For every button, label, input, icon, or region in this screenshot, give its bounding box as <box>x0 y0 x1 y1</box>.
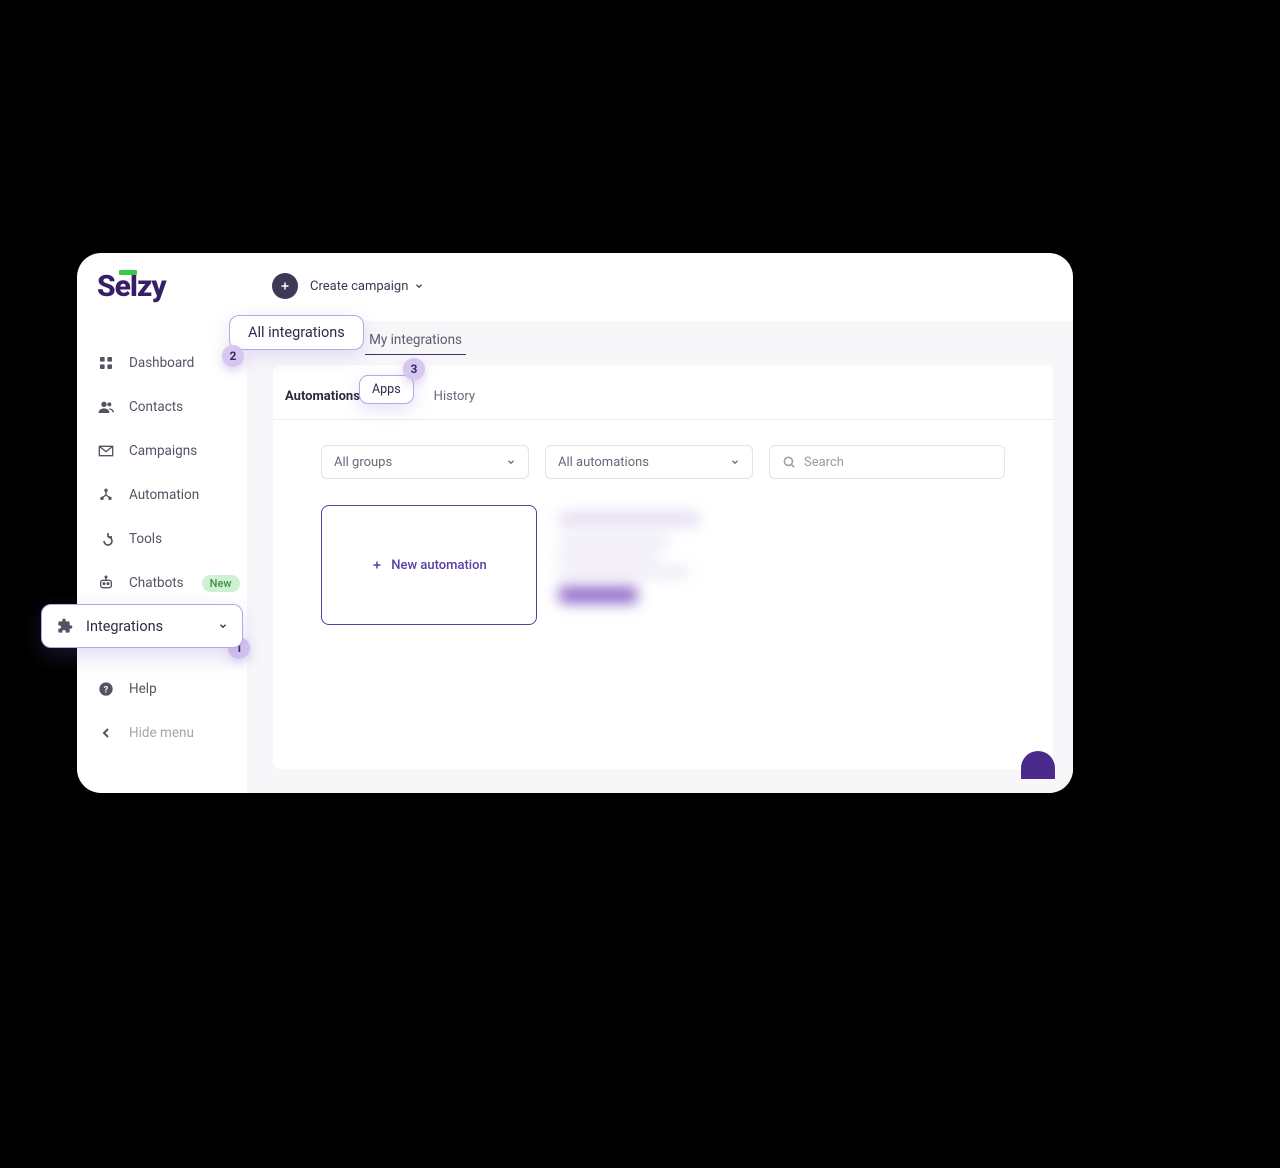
create-campaign-plus-button[interactable] <box>272 273 298 299</box>
chevron-down-icon <box>730 457 740 467</box>
automation-card-blurred <box>553 505 769 625</box>
plus-icon <box>279 280 291 292</box>
tab-my-integrations[interactable]: My integrations <box>365 326 466 355</box>
brand-logo: Selzy <box>97 269 166 304</box>
campaigns-icon <box>97 442 115 460</box>
filter-automations-label: All automations <box>558 455 649 470</box>
sidebar-item-label: Contacts <box>129 399 183 415</box>
chevron-down-icon <box>414 281 424 291</box>
logo-accent <box>119 270 137 275</box>
chevron-down-icon <box>218 618 228 635</box>
plus-icon <box>371 559 383 571</box>
sidebar-item-label: Help <box>129 681 157 697</box>
sidebar-item-contacts[interactable]: Contacts <box>95 385 275 429</box>
chat-bubble-icon[interactable] <box>1021 751 1055 779</box>
sidebar: Dashboard Contacts Campaigns Automation … <box>95 341 275 755</box>
dashboard-icon <box>97 354 115 372</box>
create-campaign-label: Create campaign <box>310 279 408 294</box>
tab-all-integrations[interactable]: All integrations <box>229 315 364 350</box>
sidebar-item-label: Dashboard <box>129 355 194 371</box>
automation-icon <box>97 486 115 504</box>
sidebar-item-automation[interactable]: Automation <box>95 473 275 517</box>
subtab-history[interactable]: History <box>432 383 477 410</box>
subtab-apps-label: Apps <box>372 382 401 397</box>
sidebar-item-help[interactable]: ? Help <box>95 667 275 711</box>
sidebar-item-integrations[interactable]: Integrations <box>41 604 243 648</box>
tools-icon <box>97 530 115 548</box>
chevron-left-icon <box>97 724 115 742</box>
search-icon <box>782 455 796 469</box>
chevron-down-icon <box>506 457 516 467</box>
new-automation-label: New automation <box>391 558 486 573</box>
new-badge: New <box>202 575 240 592</box>
subtab-automations[interactable]: Automations <box>283 383 362 410</box>
new-automation-button[interactable]: New automation <box>321 505 537 625</box>
panel-divider <box>273 419 1053 420</box>
annotation-badge-2: 2 <box>222 345 244 367</box>
filter-automations-select[interactable]: All automations <box>545 445 753 479</box>
contacts-icon <box>97 398 115 416</box>
header-actions: Create campaign <box>272 273 424 299</box>
sidebar-item-chatbots[interactable]: Chatbots New <box>95 561 275 605</box>
sidebar-item-label: Automation <box>129 487 199 503</box>
sidebar-item-label: Tools <box>129 531 162 547</box>
svg-text:?: ? <box>104 684 109 695</box>
help-icon: ? <box>97 680 115 698</box>
annotation-badge-3: 3 <box>403 358 425 380</box>
app-window: Selzy Create campaign All integrations M… <box>77 253 1073 793</box>
search-input[interactable]: Search <box>769 445 1005 479</box>
sidebar-item-label: Integrations <box>86 618 163 635</box>
cards-row: New automation <box>321 505 769 625</box>
sidebar-item-campaigns[interactable]: Campaigns <box>95 429 275 473</box>
sidebar-item-tools[interactable]: Tools <box>95 517 275 561</box>
puzzle-icon <box>56 617 74 635</box>
sidebar-item-label: Hide menu <box>129 725 194 741</box>
sidebar-item-hide-menu[interactable]: Hide menu <box>95 711 275 755</box>
sidebar-item-label: Campaigns <box>129 443 197 459</box>
sidebar-item-label: Chatbots <box>129 575 184 591</box>
filters-row: All groups All automations Search <box>321 445 1005 479</box>
subtab-apps[interactable]: Apps <box>359 375 414 404</box>
chatbots-icon <box>97 574 115 592</box>
panel: Automations Apps History Apps All groups… <box>273 365 1053 769</box>
filter-groups-select[interactable]: All groups <box>321 445 529 479</box>
create-campaign-button[interactable]: Create campaign <box>310 279 424 294</box>
filter-groups-label: All groups <box>334 455 392 470</box>
search-placeholder: Search <box>804 455 844 470</box>
tab-all-integrations-label: All integrations <box>248 324 345 341</box>
